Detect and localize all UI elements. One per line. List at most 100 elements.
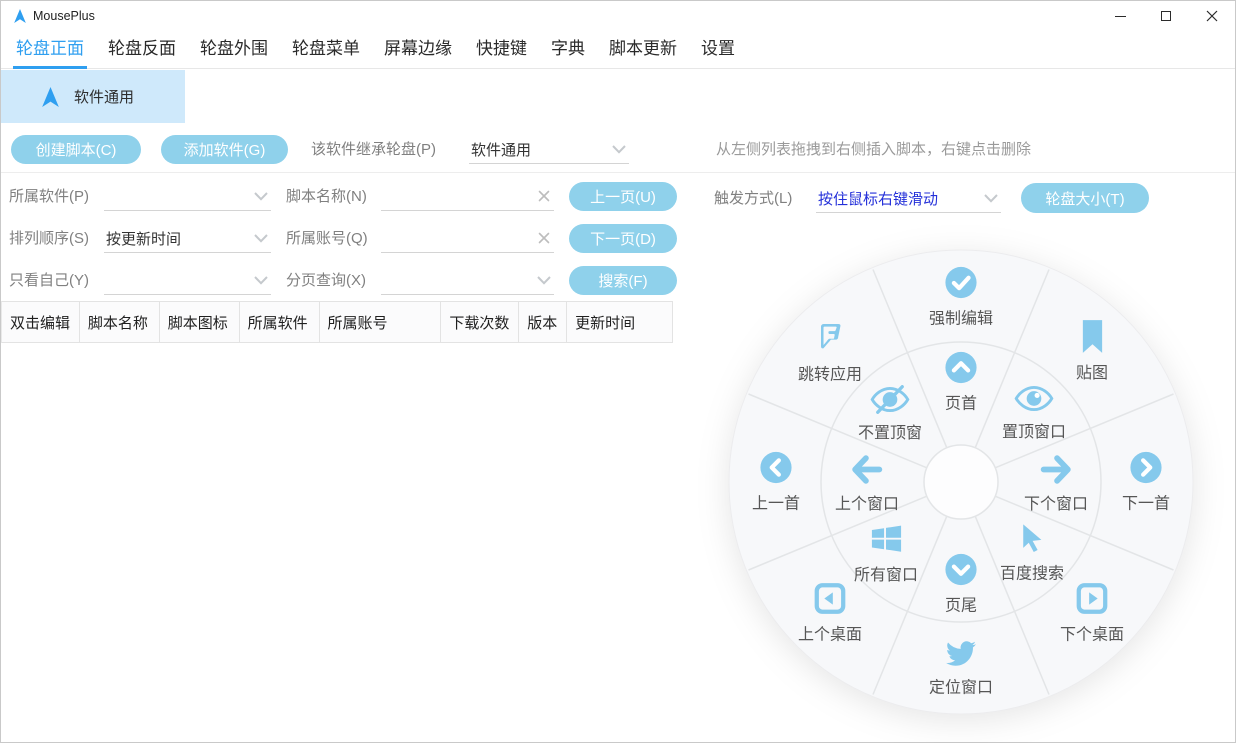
wheel-item-prev-desktop[interactable]: 上个桌面 bbox=[798, 582, 862, 645]
create-script-button[interactable]: 创建脚本(C) bbox=[11, 135, 141, 164]
inherit-wheel-dropdown[interactable]: 软件通用 bbox=[469, 135, 629, 164]
chevron-circle-down-icon bbox=[944, 553, 978, 587]
chevron-down-icon bbox=[254, 192, 268, 201]
wheel-item-force-edit[interactable]: 强制编辑 bbox=[929, 266, 993, 329]
only-mine-dropdown[interactable] bbox=[104, 266, 271, 295]
check-circle-icon bbox=[944, 266, 978, 300]
wheel-item-screenshot-pin[interactable]: 贴图 bbox=[1076, 319, 1108, 383]
script-name-input[interactable] bbox=[381, 182, 554, 211]
arrow-logo-icon bbox=[42, 87, 59, 107]
arrow-left-icon bbox=[848, 454, 886, 485]
sort-order-label: 排列顺序(S) bbox=[9, 224, 89, 253]
chevron-down-icon bbox=[254, 276, 268, 285]
clear-icon[interactable] bbox=[537, 231, 551, 245]
selected-software-label: 软件通用 bbox=[74, 86, 134, 107]
inherit-wheel-label: 该软件继承轮盘(P) bbox=[311, 135, 436, 164]
owning-account-label: 所属账号(Q) bbox=[286, 224, 368, 253]
selected-software-item[interactable]: 软件通用 bbox=[1, 70, 185, 123]
wheel-preview: 强制编辑 贴图 下一首 下个桌面 定位窗口 上个桌面 上一首 跳转应用 bbox=[726, 247, 1196, 717]
next-page-button[interactable]: 下一页(D) bbox=[569, 224, 677, 253]
col-script-icon[interactable]: 脚本图标 bbox=[160, 302, 240, 342]
col-script-name[interactable]: 脚本名称 bbox=[80, 302, 160, 342]
titlebar: MousePlus bbox=[1, 1, 1235, 31]
close-icon bbox=[1206, 10, 1218, 22]
clear-icon[interactable] bbox=[537, 189, 551, 203]
wheel-item-all-windows[interactable]: 所有窗口 bbox=[854, 521, 918, 585]
caret-square-left-icon bbox=[813, 582, 847, 616]
wheel-item-next-track[interactable]: 下一首 bbox=[1122, 451, 1170, 514]
tab-dictionary[interactable]: 字典 bbox=[548, 31, 588, 69]
wheel-item-page-bottom[interactable]: 页尾 bbox=[944, 553, 978, 616]
script-name-label: 脚本名称(N) bbox=[286, 182, 367, 211]
wheel-item-prev-window[interactable]: 上个窗口 bbox=[835, 454, 899, 514]
minimize-button[interactable] bbox=[1097, 1, 1143, 31]
tab-wheel-front[interactable]: 轮盘正面 bbox=[13, 31, 87, 69]
wheel-item-locate-window[interactable]: 定位窗口 bbox=[929, 639, 993, 698]
close-button[interactable] bbox=[1189, 1, 1235, 31]
tabbar: 轮盘正面 轮盘反面 轮盘外围 轮盘菜单 屏幕边缘 快捷键 字典 脚本更新 设置 bbox=[1, 31, 1235, 69]
tab-settings[interactable]: 设置 bbox=[698, 31, 738, 69]
eye-icon bbox=[1014, 384, 1054, 413]
only-mine-label: 只看自己(Y) bbox=[9, 266, 89, 295]
app-logo-icon bbox=[14, 9, 26, 23]
page-query-dropdown[interactable] bbox=[381, 266, 554, 295]
inherit-wheel-value: 软件通用 bbox=[471, 139, 531, 160]
prev-page-button[interactable]: 上一页(U) bbox=[569, 182, 677, 211]
maximize-icon bbox=[1161, 11, 1171, 21]
tab-script-update[interactable]: 脚本更新 bbox=[606, 31, 680, 69]
col-update-time[interactable]: 更新时间 bbox=[567, 302, 673, 342]
owning-account-input[interactable] bbox=[381, 224, 554, 253]
tab-hotkeys[interactable]: 快捷键 bbox=[473, 31, 530, 69]
chevron-down-icon bbox=[612, 145, 626, 154]
search-button[interactable]: 搜索(F) bbox=[569, 266, 677, 295]
add-software-button[interactable]: 添加软件(G) bbox=[161, 135, 288, 164]
mouse-cursor-icon bbox=[1017, 521, 1047, 555]
twitter-bird-icon bbox=[944, 639, 978, 669]
eye-slash-icon bbox=[870, 385, 910, 414]
col-owning-account[interactable]: 所属账号 bbox=[320, 302, 442, 342]
owning-software-dropdown[interactable] bbox=[104, 182, 271, 211]
chevron-down-icon bbox=[984, 194, 998, 203]
owning-software-label: 所属软件(P) bbox=[9, 182, 89, 211]
sort-order-dropdown[interactable]: 按更新时间 bbox=[104, 224, 271, 253]
wheel-item-unpin-window[interactable]: 不置顶窗 bbox=[858, 385, 922, 443]
wheel-item-next-desktop[interactable]: 下个桌面 bbox=[1060, 582, 1124, 645]
chevron-down-icon bbox=[537, 276, 551, 285]
col-double-click-edit[interactable]: 双击编辑 bbox=[2, 302, 80, 342]
page-query-label: 分页查询(X) bbox=[286, 266, 366, 295]
mouseplus-window: MousePlus 轮盘正面 轮盘反面 轮盘外围 轮盘菜单 屏幕边缘 快捷键 字… bbox=[0, 0, 1236, 743]
chevron-circle-right-icon bbox=[1129, 451, 1163, 485]
drag-hint-text: 从左侧列表拖拽到右侧插入脚本，右键点击删除 bbox=[716, 135, 1031, 164]
tab-screen-edge[interactable]: 屏幕边缘 bbox=[381, 31, 455, 69]
chevron-circle-up-icon bbox=[944, 351, 978, 385]
wheel-item-jump-app[interactable]: 跳转应用 bbox=[798, 318, 862, 385]
wheel-item-next-window[interactable]: 下个窗口 bbox=[1024, 454, 1088, 514]
wheel-size-button[interactable]: 轮盘大小(T) bbox=[1021, 183, 1149, 213]
toolbar-divider bbox=[1, 172, 1235, 173]
chevron-circle-left-icon bbox=[759, 451, 793, 485]
script-table-header: 双击编辑 脚本名称 脚本图标 所属软件 所属账号 下载次数 版本 更新时间 bbox=[1, 301, 673, 343]
caret-square-right-icon bbox=[1075, 582, 1109, 616]
col-version[interactable]: 版本 bbox=[519, 302, 567, 342]
wheel-item-baidu-search[interactable]: 百度搜索 bbox=[1000, 521, 1064, 584]
trigger-mode-value: 按住鼠标右键滑动 bbox=[818, 188, 938, 209]
tab-wheel-back[interactable]: 轮盘反面 bbox=[105, 31, 179, 69]
trigger-mode-dropdown[interactable]: 按住鼠标右键滑动 bbox=[816, 184, 1001, 213]
wheel-item-prev-track[interactable]: 上一首 bbox=[752, 451, 800, 514]
tab-wheel-menu[interactable]: 轮盘菜单 bbox=[289, 31, 363, 69]
minimize-icon bbox=[1115, 16, 1126, 17]
col-owning-software[interactable]: 所属软件 bbox=[240, 302, 320, 342]
maximize-button[interactable] bbox=[1143, 1, 1189, 31]
app-title: MousePlus bbox=[33, 1, 95, 31]
tab-wheel-outer[interactable]: 轮盘外围 bbox=[197, 31, 271, 69]
wheel-item-pin-window[interactable]: 置顶窗口 bbox=[1002, 384, 1066, 442]
col-download-count[interactable]: 下载次数 bbox=[441, 302, 519, 342]
sort-order-value: 按更新时间 bbox=[106, 228, 181, 249]
wheel-item-page-top[interactable]: 页首 bbox=[944, 351, 978, 414]
chevron-down-icon bbox=[254, 234, 268, 243]
bookmark-icon bbox=[1078, 319, 1105, 354]
windows-logo-icon bbox=[868, 521, 903, 556]
foursquare-flag-icon bbox=[815, 318, 845, 356]
trigger-mode-label: 触发方式(L) bbox=[714, 184, 792, 213]
arrow-right-icon bbox=[1037, 454, 1075, 485]
